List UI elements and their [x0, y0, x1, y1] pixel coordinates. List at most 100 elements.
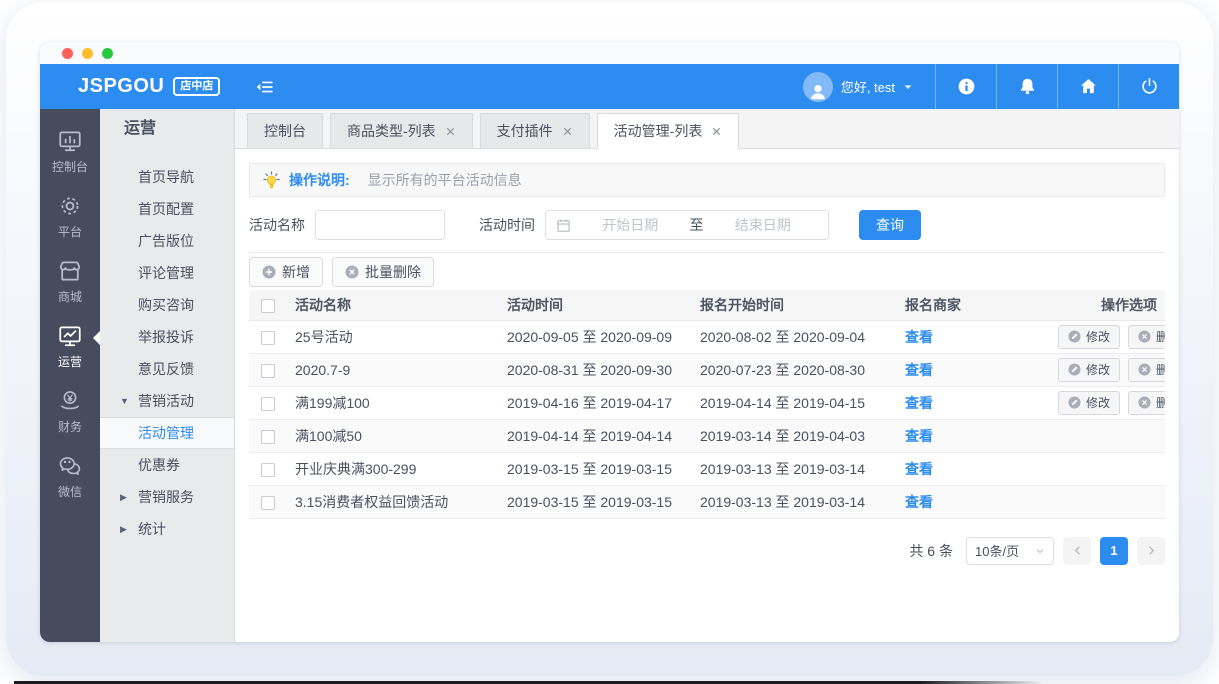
pagination: 共 6 条 10条/页 1: [249, 537, 1165, 565]
menu-item-统计[interactable]: ▶统计: [100, 513, 234, 545]
row-checkbox[interactable]: [261, 397, 275, 411]
batch-delete-button[interactable]: 批量删除: [332, 257, 434, 287]
batch-delete-button-label: 批量删除: [365, 262, 421, 282]
chevron-down-icon: [903, 82, 913, 92]
tab-label: 支付插件: [497, 121, 553, 141]
logout-button[interactable]: [1118, 64, 1179, 109]
minimize-window-button[interactable]: [82, 48, 93, 59]
menu-item-label: 营销活动: [138, 393, 194, 409]
activity-name-input[interactable]: [315, 210, 445, 240]
info-button[interactable]: [935, 64, 996, 109]
menu-item-首页配置[interactable]: 首页配置: [100, 193, 234, 225]
menu-item-举报投诉[interactable]: 举报投诉: [100, 321, 234, 353]
sidebar-item-operations[interactable]: 运营: [40, 314, 100, 379]
date-range-input[interactable]: 开始日期 至 结束日期: [545, 210, 829, 240]
view-merchants-link[interactable]: 查看: [905, 461, 933, 477]
notice-label: 操作说明:: [289, 170, 350, 190]
row-checkbox[interactable]: [261, 463, 275, 477]
secondary-sidebar-title: 运营: [100, 109, 234, 149]
sidebar-item-platform[interactable]: 平台: [40, 184, 100, 249]
cell-activity-time: 2019-03-15 至 2019-03-15: [501, 452, 694, 485]
page-size-select[interactable]: 10条/页: [966, 537, 1054, 565]
logo-text: JSPGOU: [78, 75, 164, 98]
sidebar-collapse-button[interactable]: [247, 64, 281, 109]
menu-item-首页导航[interactable]: 首页导航: [100, 161, 234, 193]
cell-signup-time: 2020-07-23 至 2020-08-30: [694, 353, 899, 386]
header-activity-name: 活动名称: [289, 290, 501, 320]
view-merchants-link[interactable]: 查看: [905, 428, 933, 444]
menu-item-label: 购买咨询: [138, 297, 194, 313]
close-window-button[interactable]: [62, 48, 73, 59]
edit-button[interactable]: 修改: [1058, 325, 1120, 349]
menu-item-购买咨询[interactable]: 购买咨询: [100, 289, 234, 321]
cell-signup-time: 2019-03-14 至 2019-04-03: [694, 419, 899, 452]
edit-button[interactable]: 修改: [1058, 358, 1120, 382]
menu-item-label: 首页导航: [138, 169, 194, 185]
menu-item-label: 举报投诉: [138, 329, 194, 345]
user-menu[interactable]: 您好, test: [793, 64, 935, 109]
close-tab-icon[interactable]: [445, 126, 456, 137]
view-merchants-link[interactable]: 查看: [905, 494, 933, 510]
next-page-button[interactable]: [1137, 537, 1165, 565]
previous-page-button[interactable]: [1063, 537, 1091, 565]
notifications-button[interactable]: [996, 64, 1057, 109]
add-button[interactable]: 新增: [249, 257, 323, 287]
info-icon: [956, 76, 977, 97]
menu-item-营销服务[interactable]: ▶营销服务: [100, 481, 234, 513]
cell-actions: [1044, 485, 1165, 518]
home-button[interactable]: [1057, 64, 1118, 109]
tab-支付插件[interactable]: 支付插件: [480, 113, 590, 148]
edit-button[interactable]: 修改: [1058, 391, 1120, 415]
row-checkbox[interactable]: [261, 496, 275, 510]
tab-活动管理-列表[interactable]: 活动管理-列表: [597, 113, 740, 149]
sidebar-item-wechat[interactable]: 微信: [40, 444, 100, 509]
menu-item-广告版位[interactable]: 广告版位: [100, 225, 234, 257]
row-checkbox[interactable]: [261, 430, 275, 444]
edit-circle-icon: [1068, 396, 1081, 409]
delete-button[interactable]: 删除: [1128, 325, 1165, 349]
zoom-window-button[interactable]: [102, 48, 113, 59]
sidebar-item-mall[interactable]: 商城: [40, 249, 100, 314]
cell-activity-time: 2020-09-05 至 2020-09-09: [501, 320, 694, 353]
table-row: 2020.7-92020-08-31 至 2020-09-302020-07-2…: [249, 353, 1165, 386]
sidebar-item-label: 商城: [58, 288, 82, 305]
delete-button-label: 删除: [1156, 328, 1165, 345]
close-tab-icon[interactable]: [711, 126, 722, 137]
close-circle-icon: [1138, 396, 1151, 409]
menu-item-评论管理[interactable]: 评论管理: [100, 257, 234, 289]
chevron-down-icon: [1035, 546, 1045, 556]
row-checkbox[interactable]: [261, 364, 275, 378]
current-page-button[interactable]: 1: [1100, 537, 1128, 565]
sidebar-item-dashboard[interactable]: 控制台: [40, 119, 100, 184]
search-button[interactable]: 查询: [859, 210, 921, 240]
tab-label: 活动管理-列表: [614, 121, 703, 141]
view-merchants-link[interactable]: 查看: [905, 329, 933, 345]
row-checkbox[interactable]: [261, 331, 275, 345]
primary-sidebar: 控制台平台商城运营财务微信: [40, 109, 100, 642]
sidebar-item-finance[interactable]: 财务: [40, 379, 100, 444]
delete-button-label: 删除: [1156, 394, 1165, 411]
tab-商品类型-列表[interactable]: 商品类型-列表: [330, 113, 473, 148]
table-body: 25号活动2020-09-05 至 2020-09-092020-08-02 至…: [249, 320, 1165, 518]
plus-circle-icon: [262, 265, 276, 279]
dashboard-icon: [57, 128, 83, 154]
start-date-placeholder[interactable]: 开始日期: [575, 215, 686, 235]
close-tab-icon[interactable]: [562, 126, 573, 137]
end-date-placeholder[interactable]: 结束日期: [708, 215, 819, 235]
delete-button[interactable]: 删除: [1128, 358, 1165, 382]
menu-item-意见反馈[interactable]: 意见反馈: [100, 353, 234, 385]
select-all-checkbox[interactable]: [261, 299, 275, 313]
cell-activity-time: 2019-04-14 至 2019-04-14: [501, 419, 694, 452]
menu-item-优惠券[interactable]: 优惠券: [100, 449, 234, 481]
app-body: 控制台平台商城运营财务微信 运营 首页导航首页配置广告版位评论管理购买咨询举报投…: [40, 109, 1179, 642]
menu-item-营销活动[interactable]: ▼营销活动: [100, 385, 234, 417]
view-merchants-link[interactable]: 查看: [905, 395, 933, 411]
page-content: 操作说明: 显示所有的平台活动信息 活动名称 活动时间 开始日期 至 结束日期: [235, 149, 1179, 642]
tab-控制台[interactable]: 控制台: [247, 113, 323, 148]
cell-activity-name: 满100减50: [289, 419, 501, 452]
delete-button[interactable]: 删除: [1128, 391, 1165, 415]
app-header: JSPGOU 店中店 您好, test: [40, 64, 1179, 109]
view-merchants-link[interactable]: 查看: [905, 362, 933, 378]
menu-item-活动管理[interactable]: 活动管理: [100, 417, 234, 449]
secondary-sidebar: 运营 首页导航首页配置广告版位评论管理购买咨询举报投诉意见反馈▼营销活动活动管理…: [100, 109, 235, 642]
